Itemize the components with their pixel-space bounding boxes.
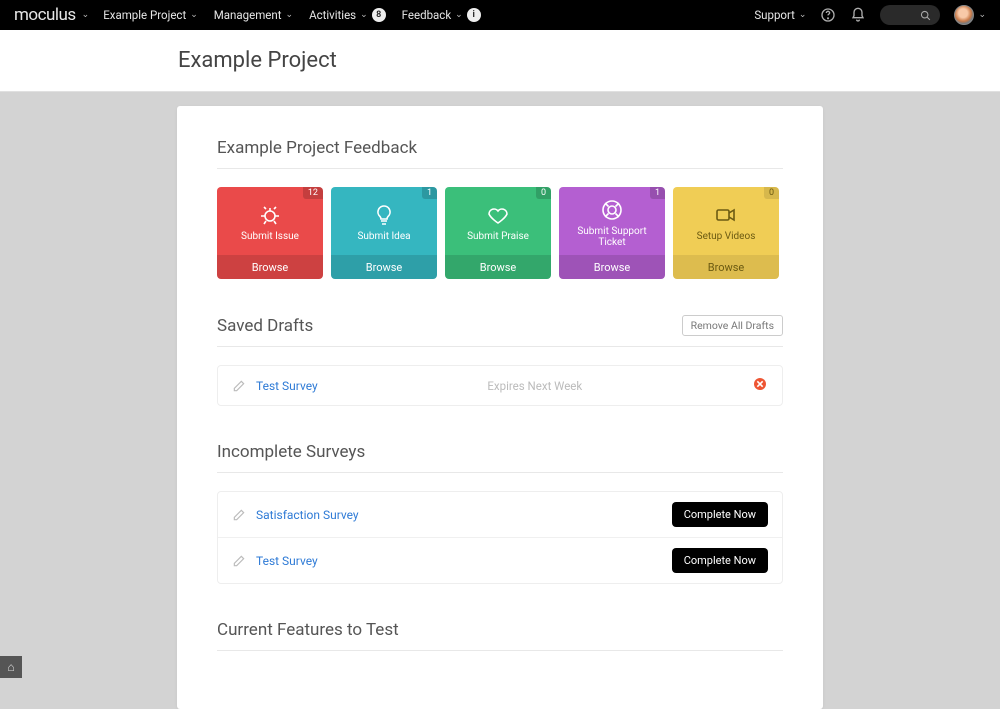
edit-icon — [232, 554, 246, 568]
feedback-heading: Example Project Feedback — [217, 138, 783, 158]
nav-label: Feedback — [402, 8, 451, 22]
tile-browse[interactable]: Browse — [217, 255, 323, 279]
divider — [217, 168, 783, 169]
tile-browse[interactable]: Browse — [445, 255, 551, 279]
search-input[interactable] — [880, 5, 940, 25]
nav-item-activities[interactable]: Activities ⌄ 8 — [309, 8, 386, 22]
tile-browse[interactable]: Browse — [559, 255, 665, 279]
tile-label: Submit Support Ticket — [565, 226, 659, 249]
chevron-down-icon: ⌄ — [286, 10, 294, 20]
complete-now-button[interactable]: Complete Now — [672, 548, 768, 573]
tile-count: 1 — [422, 187, 437, 199]
edit-icon — [232, 508, 246, 522]
logo-chevron-icon[interactable]: ⌄ — [82, 10, 90, 20]
current-features-heading: Current Features to Test — [217, 620, 783, 640]
chevron-down-icon: ⌄ — [799, 10, 807, 20]
tile-count: 1 — [650, 187, 665, 199]
search-icon — [919, 9, 932, 22]
top-nav: moculus ⌄ Example Project ⌄ Management ⌄… — [0, 0, 1000, 30]
nav-item-project[interactable]: Example Project ⌄ — [103, 8, 198, 22]
close-circle-icon — [752, 376, 768, 392]
edit-icon — [232, 379, 246, 393]
tile-submit-support[interactable]: 1 Submit Support Ticket Browse — [559, 187, 665, 279]
survey-title[interactable]: Satisfaction Survey — [256, 508, 672, 522]
nav-label: Activities — [309, 8, 356, 22]
bell-icon[interactable] — [850, 7, 866, 23]
page-title: Example Project — [178, 48, 1000, 73]
remove-all-drafts-button[interactable]: Remove All Drafts — [682, 315, 783, 336]
tile-submit-issue[interactable]: 12 Submit Issue Browse — [217, 187, 323, 279]
tile-submit-praise[interactable]: 0 Submit Praise Browse — [445, 187, 551, 279]
help-icon[interactable] — [820, 7, 836, 23]
draft-note: Expires Next Week — [318, 379, 752, 393]
logo[interactable]: moculus — [14, 5, 76, 25]
tile-count: 12 — [303, 187, 323, 199]
video-icon — [714, 203, 738, 227]
complete-now-button[interactable]: Complete Now — [672, 502, 768, 527]
divider — [217, 346, 783, 347]
drafts-list: Test Survey Expires Next Week — [217, 365, 783, 406]
divider — [217, 650, 783, 651]
user-menu[interactable]: ⌄ — [954, 5, 986, 25]
lifebuoy-icon — [600, 198, 624, 222]
divider — [217, 472, 783, 473]
activities-badge: 8 — [372, 8, 386, 22]
tile-browse[interactable]: Browse — [331, 255, 437, 279]
incomplete-heading: Incomplete Surveys — [217, 442, 783, 462]
chevron-down-icon: ⌄ — [978, 10, 986, 20]
main-card: Example Project Feedback 12 Submit Issue… — [177, 106, 823, 709]
incomplete-list: Satisfaction Survey Complete Now Test Su… — [217, 491, 783, 584]
survey-row: Satisfaction Survey Complete Now — [218, 492, 782, 537]
bulb-icon — [372, 203, 396, 227]
chevron-down-icon: ⌄ — [190, 10, 198, 20]
nav-item-support[interactable]: Support ⌄ — [754, 8, 806, 22]
tile-label: Submit Issue — [241, 231, 299, 243]
heart-icon — [486, 203, 510, 227]
page-title-band: Example Project — [0, 30, 1000, 92]
delete-draft-button[interactable] — [752, 376, 768, 395]
survey-row: Test Survey Complete Now — [218, 537, 782, 583]
tile-count: 0 — [536, 187, 551, 199]
tile-label: Submit Idea — [357, 231, 410, 243]
chevron-down-icon: ⌄ — [360, 10, 368, 20]
corner-widget[interactable]: ⌂ — [0, 656, 22, 678]
nav-label: Example Project — [103, 8, 186, 22]
nav-item-feedback[interactable]: Feedback ⌄ i — [402, 8, 481, 22]
drafts-heading-row: Saved Drafts Remove All Drafts — [217, 315, 783, 336]
nav-label: Support — [754, 8, 795, 22]
tile-submit-idea[interactable]: 1 Submit Idea Browse — [331, 187, 437, 279]
tile-count: 0 — [764, 187, 779, 199]
avatar — [954, 5, 974, 25]
draft-row: Test Survey Expires Next Week — [218, 366, 782, 405]
tile-browse[interactable]: Browse — [673, 255, 779, 279]
draft-title[interactable]: Test Survey — [256, 379, 318, 393]
feedback-tiles: 12 Submit Issue Browse 1 Submit Idea Bro… — [217, 187, 783, 279]
bug-icon — [258, 203, 282, 227]
survey-title[interactable]: Test Survey — [256, 554, 672, 568]
tile-label: Setup Videos — [697, 231, 756, 243]
nav-label: Management — [214, 8, 282, 22]
nav-item-management[interactable]: Management ⌄ — [214, 8, 293, 22]
info-icon: i — [467, 8, 481, 22]
tile-label: Submit Praise — [467, 231, 529, 243]
tile-setup-videos[interactable]: 0 Setup Videos Browse — [673, 187, 779, 279]
drafts-heading: Saved Drafts — [217, 316, 313, 336]
chevron-down-icon: ⌄ — [455, 10, 463, 20]
